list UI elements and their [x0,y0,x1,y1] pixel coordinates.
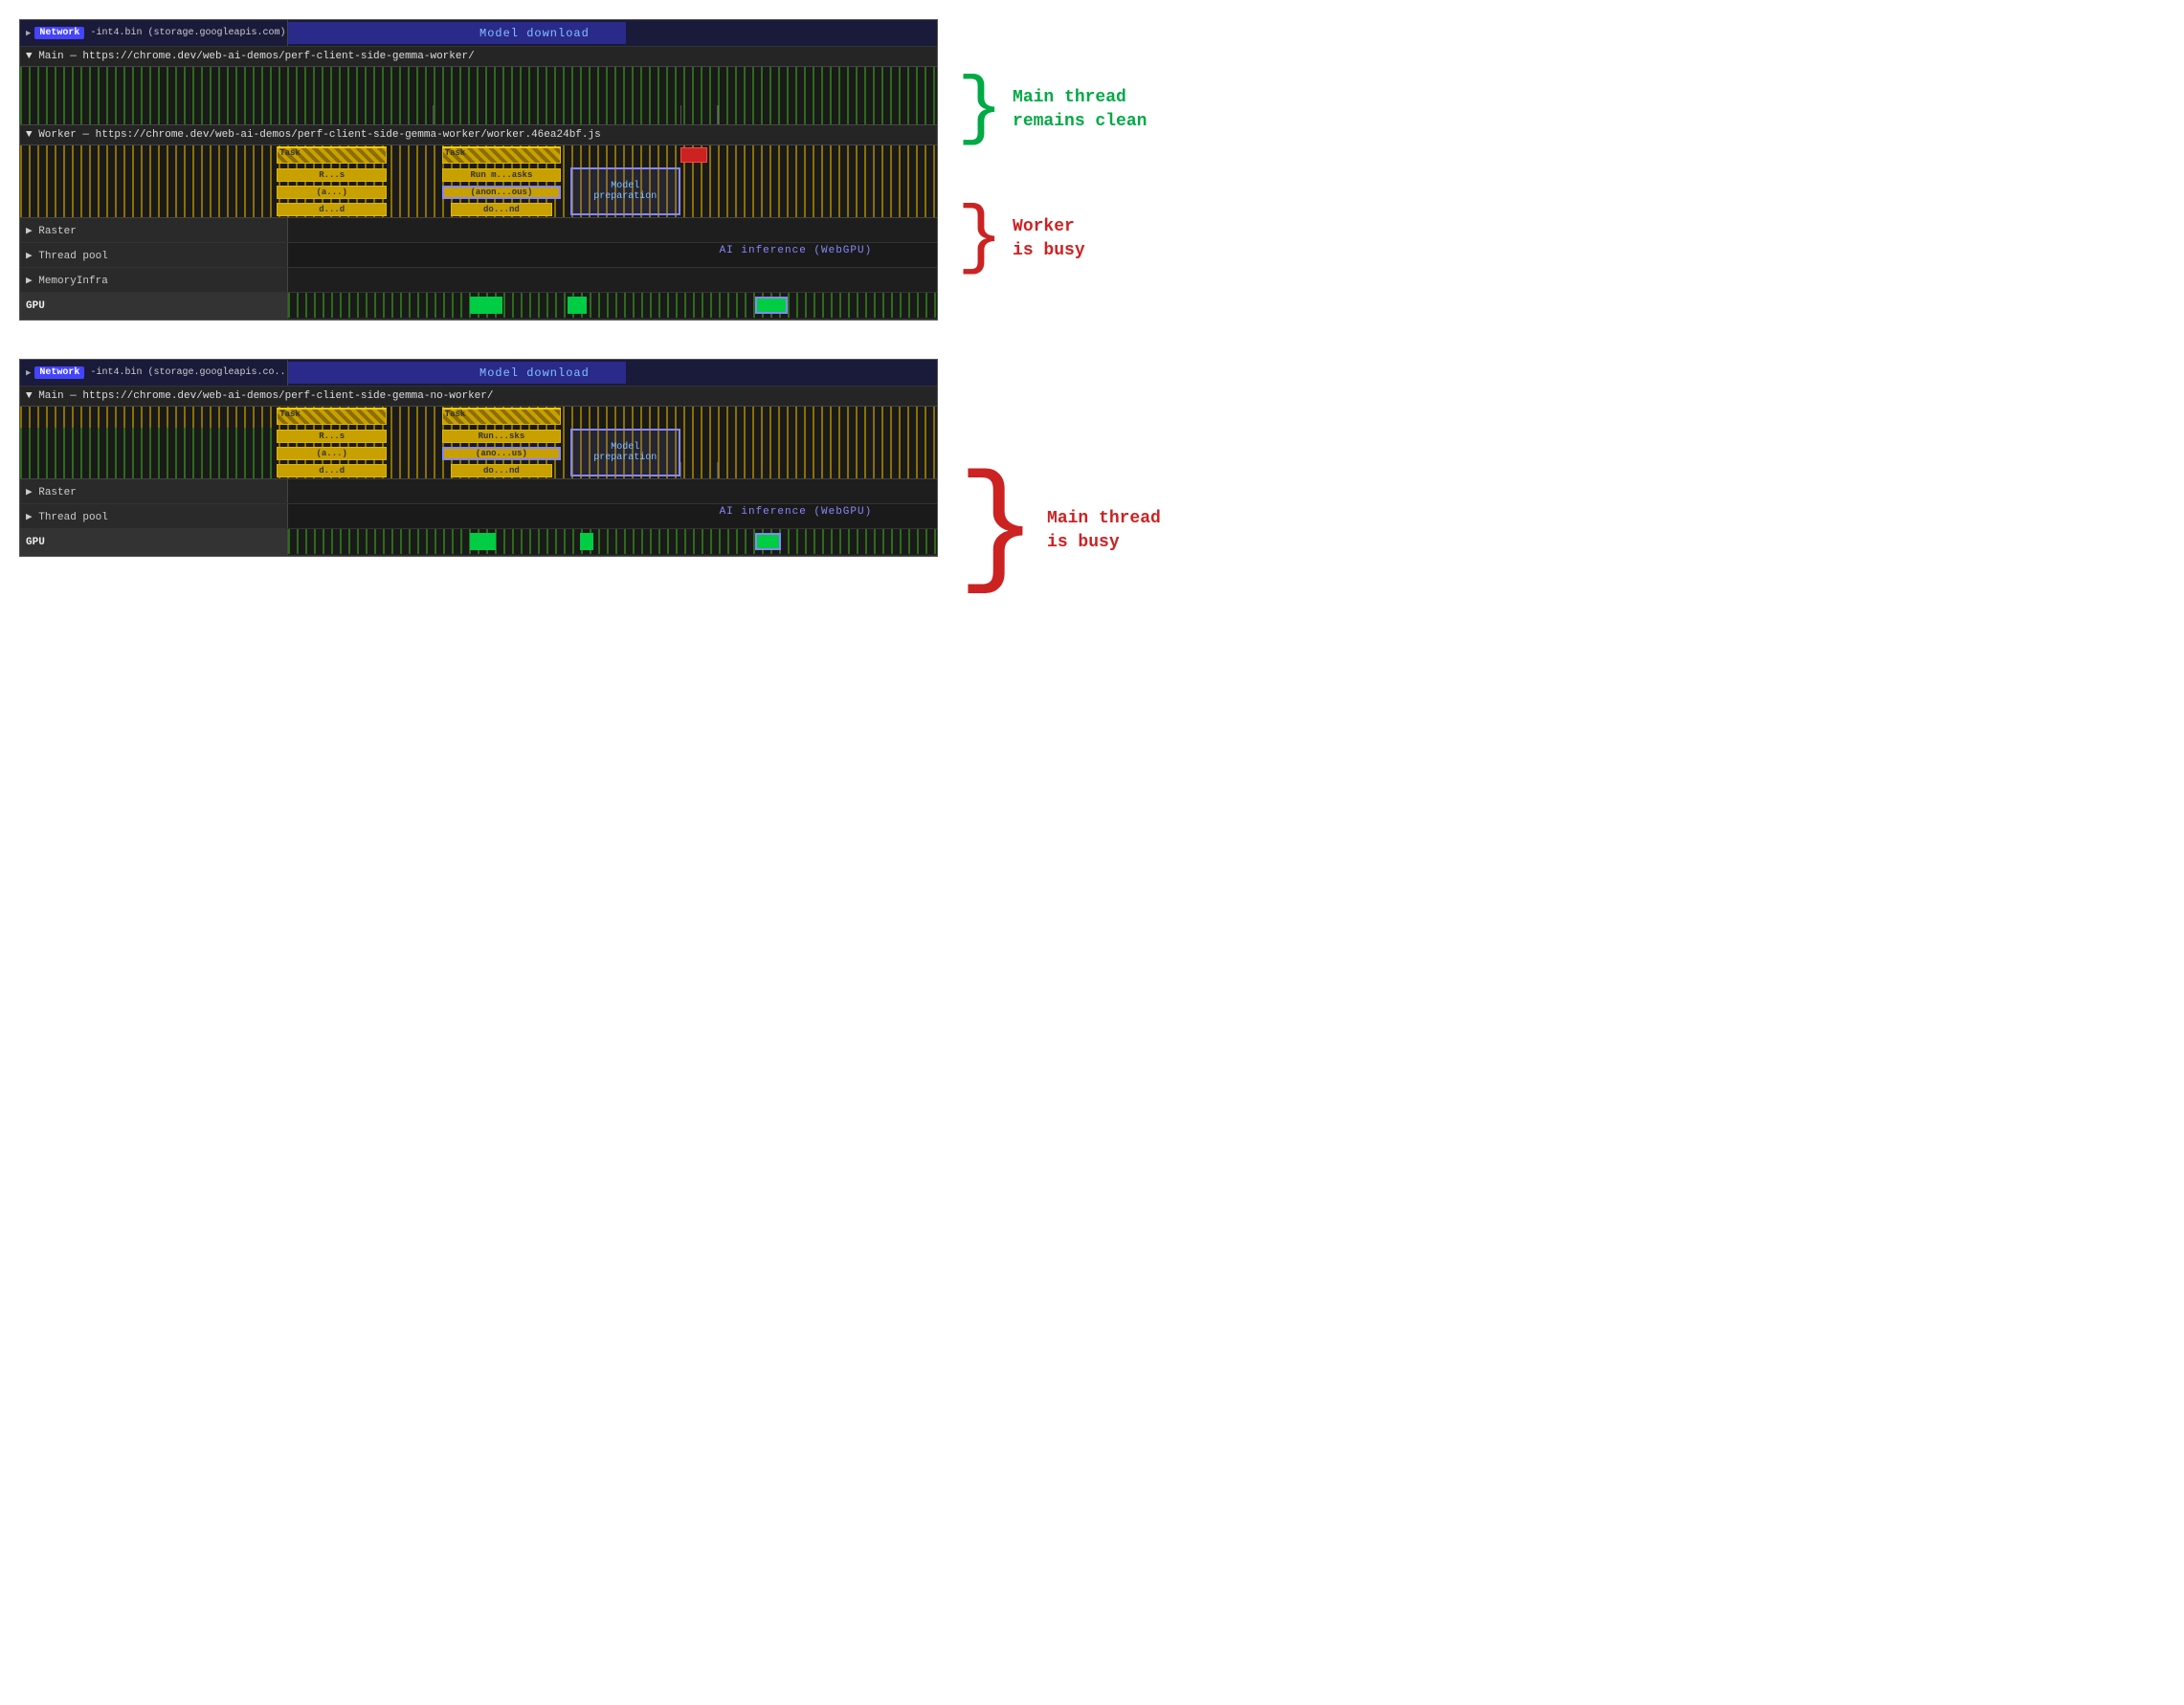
subtask-3a-1: d...d [277,203,387,216]
main-clean-text: Main thread remains clean [1013,86,1147,134]
gpu-content-1 [288,293,937,318]
memoryinfra-content-1 [288,268,937,292]
subtask-1b-2: Run...sks [442,430,562,443]
threadpool-content-2: AI inference (WebGPU) [288,504,937,528]
worker-task-row-1: Task Task [20,145,937,166]
main-subtask-row1-2: R...s Run...sks Model preparation [20,428,937,445]
network-badge-1: Network [34,27,84,39]
threadpool-content-1: AI inference (WebGPU) [288,243,937,267]
gpu-label-2: GPU [20,529,288,555]
annotation-main-busy: } Main thread is busy [957,435,1161,627]
raster-row-2: ▶ Raster [20,479,937,504]
task1-label-2: Task [279,410,301,419]
main-subtask-row3-2: d...d do...nd [20,462,937,479]
model-download-label-2: Model download [479,366,590,380]
trace-panel-1: ▶ Network -int4.bin (storage.googleapis.… [19,19,938,321]
model-download-label-1: Model download [479,27,590,40]
memoryinfra-row-1: ▶ MemoryInfra [20,268,937,293]
annotations-2: } Main thread is busy [957,435,1161,627]
brace-top-1: } [957,72,1003,148]
raster-content-1 [288,218,937,242]
raster-label-2[interactable]: ▶ Raster [20,479,288,503]
subtask-2b-2: (ano...us) [442,447,562,460]
main-url-1: ▼ Main — https://chrome.dev/web-ai-demos… [26,51,475,62]
subtask-3b-1: do...nd [451,203,551,216]
main-header-1: ▼ Main — https://chrome.dev/web-ai-demos… [20,47,937,67]
main-thread-row3 [20,105,937,124]
gpu-green-2a [470,533,496,550]
main-thread-row2 [20,86,937,105]
gpu-green-2c-outlined [755,533,781,550]
task2-label-1: Task [445,148,466,158]
network-triangle-icon: ▶ [26,29,31,38]
main-thread-row1 [20,67,937,86]
brace-bottom-1: } [957,201,1003,277]
main-header-2: ▼ Main — https://chrome.dev/web-ai-demos… [20,387,937,407]
threadpool-row-1: ▶ Thread pool AI inference (WebGPU) [20,243,937,268]
worker-header-1: ▼ Worker — https://chrome.dev/web-ai-dem… [20,125,937,145]
raster-content-2 [288,479,937,503]
subtask-2b-1: (anon...ous) [442,186,562,199]
gpu-green-1b [568,297,587,314]
network-badge-2: Network [34,366,84,379]
gpu-label-1: GPU [20,293,288,319]
gpu-green-2b [580,533,593,550]
subtask-3a-2: d...d [277,464,387,477]
network-content-2: Model download [288,360,937,386]
model-prep-box-1: Model preparation [570,167,680,215]
diagram2-container: ▶ Network -int4.bin (storage.googleapis.… [19,359,2165,627]
threadpool-label-1[interactable]: ▶ Thread pool [20,243,288,267]
brace-2: } [957,464,1037,598]
threadpool-label-2[interactable]: ▶ Thread pool [20,504,288,528]
task-bar-2b: Task [442,408,562,425]
network-row-2: ▶ Network -int4.bin (storage.googleapis.… [20,360,937,387]
subtask-1b-1: Run m...asks [442,168,562,182]
task-bar-2a: Task [277,408,387,425]
worker-subtask-row2: (a...) (anon...ous) [20,184,937,201]
task2-label-2: Task [445,410,466,419]
annotation-worker-busy: } Worker is busy [957,182,1147,297]
gpu-row-1: GPU [20,293,937,320]
gpu-content-2 [288,529,937,554]
subtask-1a-2: R...s [277,430,387,443]
subtask-1a-1: R...s [277,168,387,182]
annotations-1: } Main thread remains clean } Worker is … [957,48,1147,297]
threadpool-row-2: ▶ Thread pool AI inference (WebGPU) [20,504,937,529]
memoryinfra-label-1[interactable]: ▶ MemoryInfra [20,268,288,292]
gpu-row-2: GPU [20,529,937,556]
worker-subtask-row1: R...s Run m...asks Model preparation [20,166,937,184]
subtask-3b-2: do...nd [451,464,551,477]
trace-panel-2: ▶ Network -int4.bin (storage.googleapis.… [19,359,938,557]
ai-inference-label-1: AI inference (WebGPU) [720,245,873,256]
task1-label-1: Task [279,148,301,158]
worker-url-1: ▼ Worker — https://chrome.dev/web-ai-dem… [26,129,601,141]
main-subtask-row2-2: (a...) (ano...us) [20,445,937,462]
subtask-2a-1: (a...) [277,186,387,199]
task-bar-1a: Task [277,146,387,164]
network-file-1: -int4.bin (storage.googleapis.com) [90,28,285,38]
main-busy-text: Main thread is busy [1047,507,1161,555]
network-row-1: ▶ Network -int4.bin (storage.googleapis.… [20,20,937,47]
subtask-2a-2: (a...) [277,447,387,460]
network-triangle-icon-2: ▶ [26,368,31,378]
task-bar-1b: Task [442,146,562,164]
worker-busy-text: Worker is busy [1013,215,1085,263]
main-thread-area-1 [20,67,937,125]
main-url-2: ▼ Main — https://chrome.dev/web-ai-demos… [26,390,493,402]
red-bar-1 [680,147,708,163]
network-file-2: -int4.bin (storage.googleapis.co... [90,367,288,378]
ai-inference-label-2: AI inference (WebGPU) [720,506,873,518]
raster-row-1: ▶ Raster [20,218,937,243]
model-prep-box-2: Model preparation [570,429,680,476]
network-content-1: Model download [288,20,937,46]
gpu-green-1c-outlined [755,297,788,314]
main-task-row-2: Task Task [20,407,937,428]
diagram1-container: ▶ Network -int4.bin (storage.googleapis.… [19,19,2165,321]
gpu-green-1a [470,297,502,314]
annotation-main-clean: } Main thread remains clean [957,48,1147,172]
worker-subtask-row3: d...d do...nd [20,201,937,218]
raster-label-1[interactable]: ▶ Raster [20,218,288,242]
